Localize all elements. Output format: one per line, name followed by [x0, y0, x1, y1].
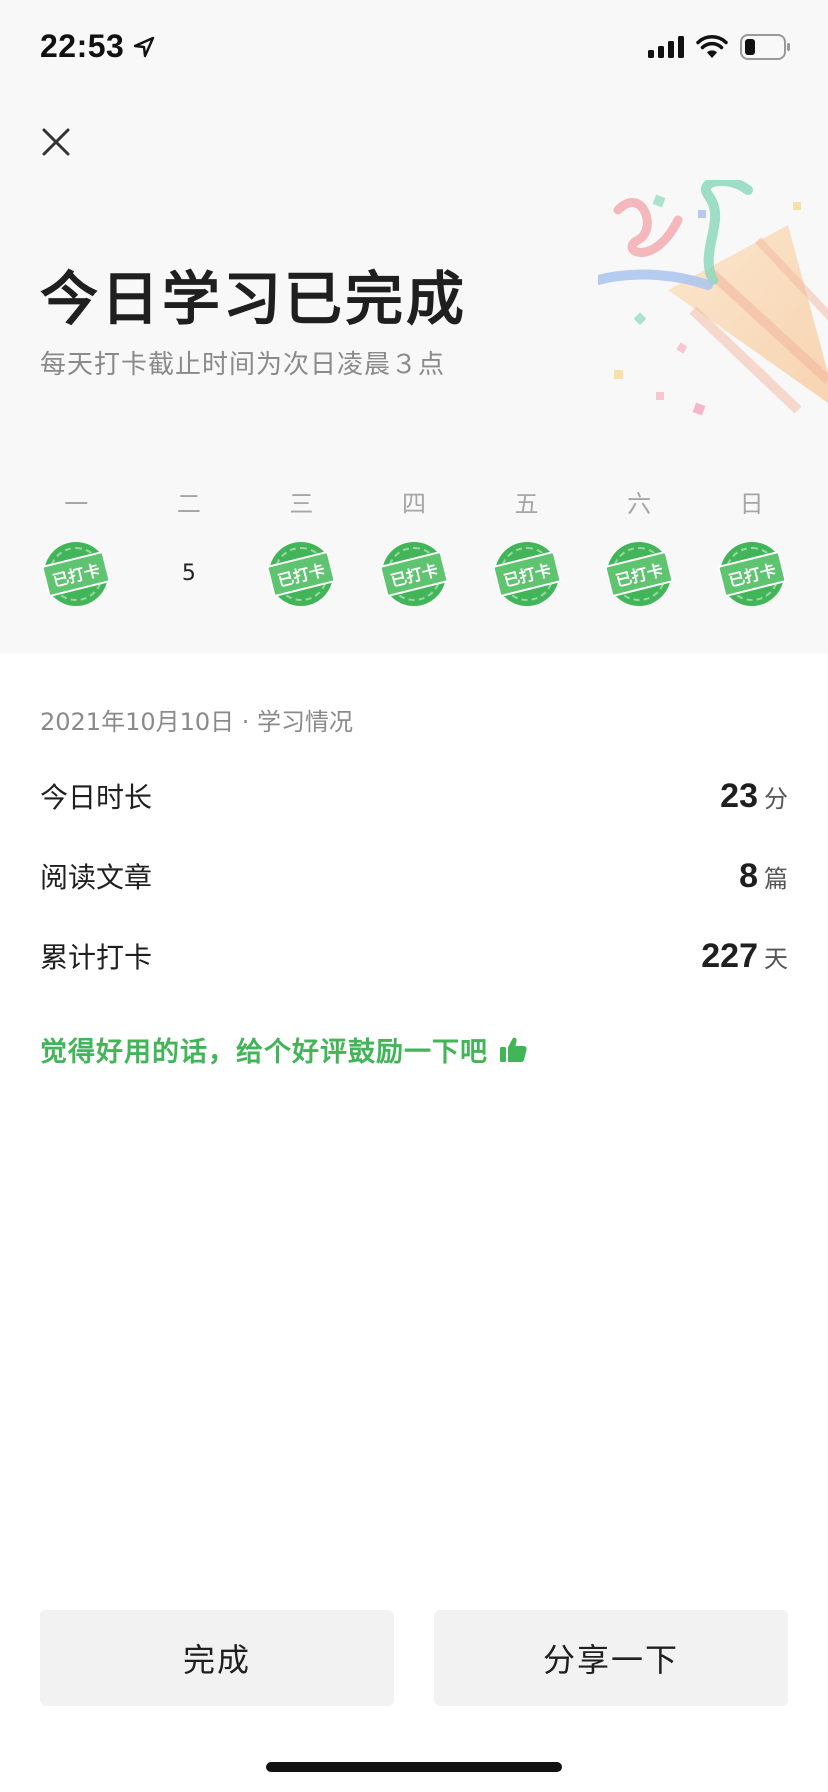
stamp-text: 已打卡: [491, 550, 562, 598]
stats-heading: 2021年10月10日 · 学习情况: [40, 708, 354, 736]
day-label: 五: [514, 490, 539, 518]
stat-unit: 分: [764, 784, 788, 813]
close-icon: [42, 128, 70, 156]
stamp-text: 已打卡: [379, 550, 449, 598]
status-bar-icons: [648, 34, 792, 60]
week-checkin-row: 一 已打卡 二 5 三 已打卡 四 已打卡 五 已打卡 六 已打卡 日 已打卡: [20, 486, 808, 606]
stat-number: 227: [701, 936, 758, 975]
stat-label: 今日时长: [40, 781, 153, 814]
checked-stamp: 已打卡: [716, 542, 787, 606]
day-wed: 三 已打卡: [245, 486, 358, 606]
home-indicator: [266, 1762, 562, 1772]
day-label: 三: [289, 490, 314, 518]
day-label: 六: [627, 490, 652, 518]
stamp-text: 已打卡: [716, 550, 787, 598]
stat-unit: 天: [764, 944, 788, 973]
checked-stamp: 已打卡: [266, 542, 337, 606]
day-number: 5: [181, 561, 196, 586]
day-label: 四: [401, 490, 426, 518]
stat-row-total-checkins: 累计打卡 227 天: [40, 926, 788, 986]
close-button[interactable]: [36, 122, 76, 162]
header-area: 22:53 今日学习已完成 每天打卡截止时间为次日凌晨３点 一 已打卡 二 5 …: [0, 0, 828, 654]
day-label: 一: [64, 490, 89, 518]
day-tue: 二 5: [133, 486, 246, 606]
party-popper-illustration: [598, 180, 828, 416]
checked-stamp: 已打卡: [379, 542, 449, 606]
stat-value: 23 分: [720, 777, 788, 816]
day-fri: 五 已打卡: [470, 486, 583, 606]
day-thu: 四 已打卡: [358, 486, 471, 606]
stamp-text: 已打卡: [604, 550, 675, 598]
checked-stamp: 已打卡: [41, 542, 112, 606]
day-mon: 一 已打卡: [20, 486, 133, 606]
stamp-text: 已打卡: [266, 550, 337, 598]
stat-label: 阅读文章: [40, 861, 153, 894]
checked-stamp: 已打卡: [604, 542, 675, 606]
page-title: 今日学习已完成: [40, 265, 468, 333]
day-label: 日: [739, 490, 764, 518]
stat-row-articles: 阅读文章 8 篇: [40, 846, 788, 906]
stat-row-duration: 今日时长 23 分: [40, 766, 788, 826]
stamp-text: 已打卡: [41, 550, 112, 598]
stat-number: 23: [720, 776, 758, 815]
checked-stamp: 已打卡: [491, 542, 562, 606]
day-sun: 日 已打卡: [695, 486, 808, 606]
stat-value: 227 天: [701, 937, 788, 976]
rate-app-link[interactable]: 觉得好用的话，给个好评鼓励一下吧: [40, 1030, 528, 1069]
stat-value: 8 篇: [739, 857, 788, 896]
day-sat: 六 已打卡: [583, 486, 696, 606]
day-label: 二: [176, 490, 201, 518]
cellular-signal-icon: [648, 36, 684, 58]
location-arrow-icon: [134, 36, 155, 57]
wifi-icon: [696, 35, 728, 58]
stat-unit: 篇: [764, 864, 788, 893]
share-button[interactable]: 分享一下: [434, 1610, 788, 1706]
stat-label: 累计打卡: [40, 941, 153, 974]
battery-icon: [740, 34, 790, 60]
stat-number: 8: [739, 856, 758, 895]
page-subtitle: 每天打卡截止时间为次日凌晨３点: [40, 350, 446, 380]
status-time-text: 22:53: [40, 28, 125, 64]
rate-app-text: 觉得好用的话，给个好评鼓励一下吧: [40, 1037, 488, 1068]
status-bar-time: 22:53: [40, 28, 156, 65]
thumbs-up-icon: [500, 1037, 527, 1062]
done-button[interactable]: 完成: [40, 1610, 394, 1706]
